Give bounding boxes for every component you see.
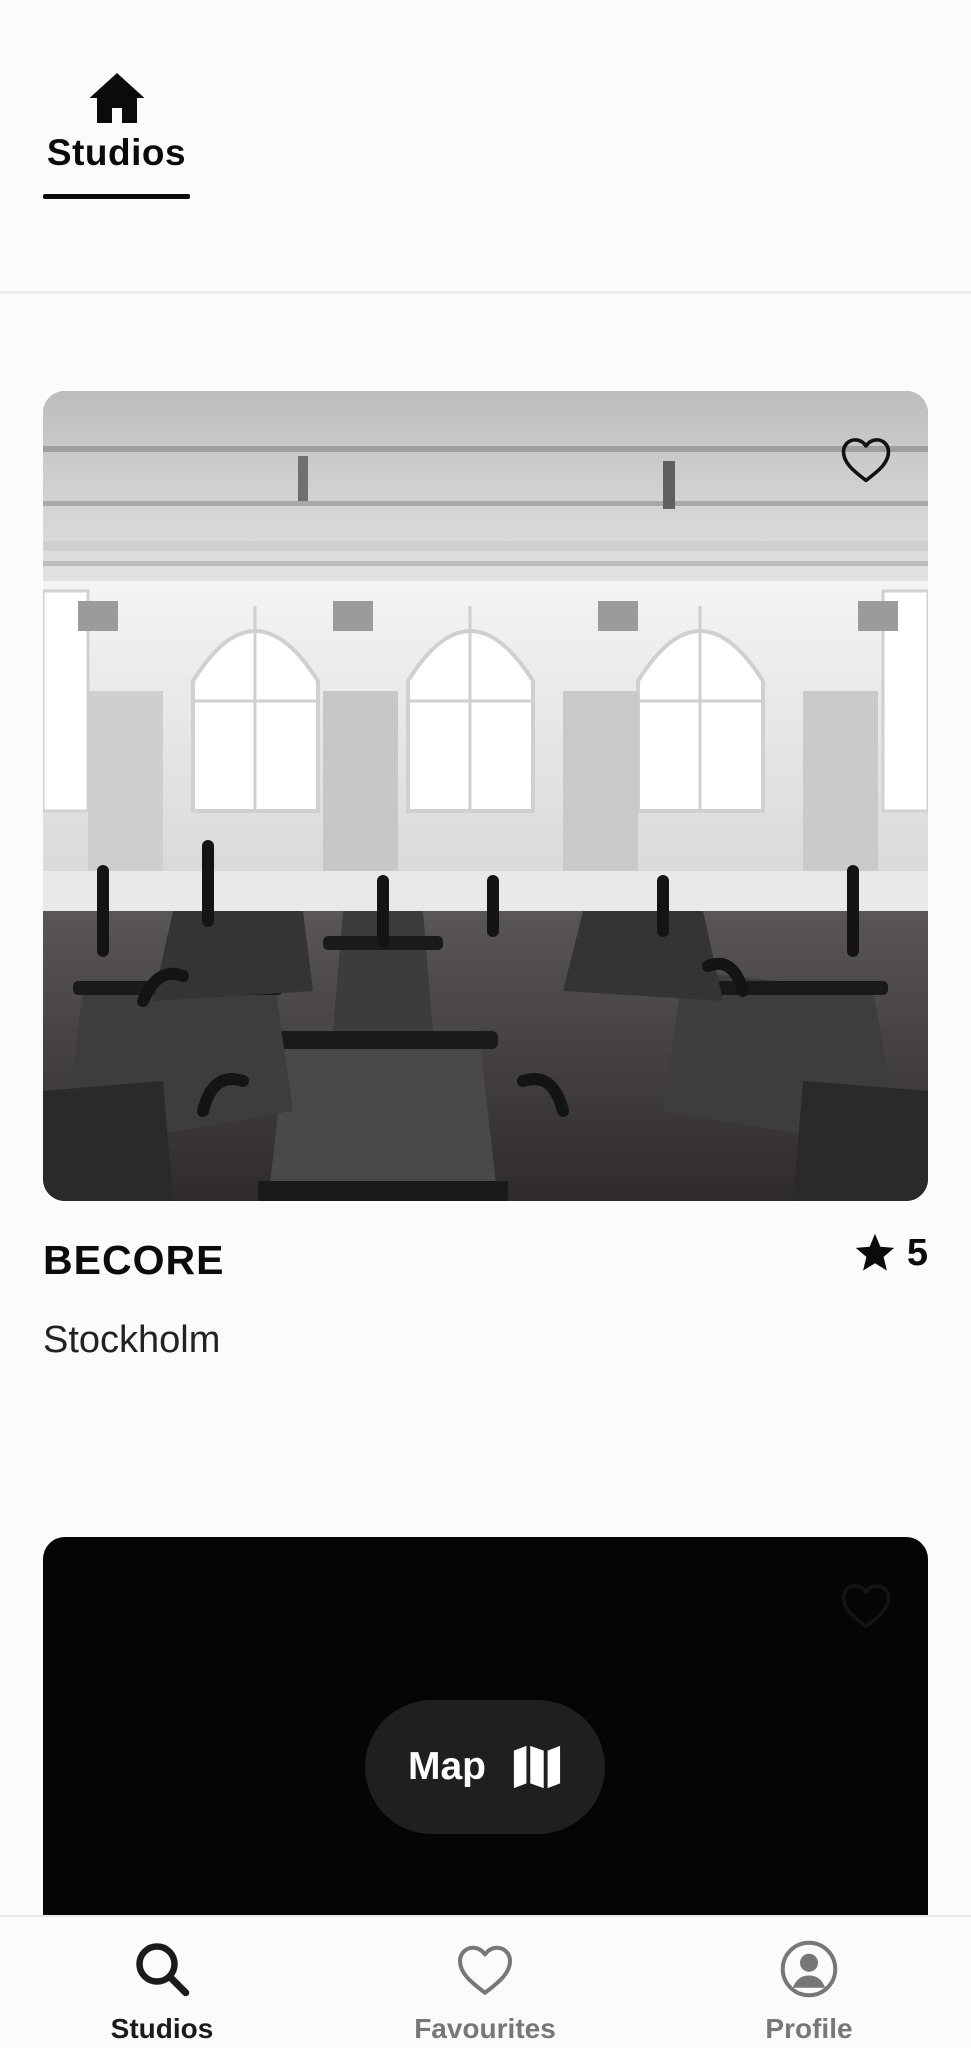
studio-city: Stockholm (43, 1319, 221, 1361)
top-tab-bar: Studios (0, 0, 971, 294)
map-icon (513, 1745, 561, 1789)
bottom-nav: Studios Favourites Profile (0, 1915, 971, 2048)
map-button-label: Map (408, 1745, 486, 1788)
nav-label-profile: Profile (765, 2013, 853, 2044)
studio-photo-image (43, 391, 928, 1201)
tab-studios-label: Studios (46, 132, 187, 173)
profile-icon (780, 1940, 838, 1998)
heart-icon (458, 1945, 512, 1995)
nav-item-studios[interactable]: Studios (62, 1939, 262, 2045)
tab-studios[interactable]: Studios (43, 70, 190, 199)
studios-screen: Studios BECORE 5 Stockholm Map Studios F… (0, 0, 971, 2048)
nav-label-favourites: Favourites (414, 2013, 556, 2044)
favourite-button[interactable] (838, 1579, 894, 1631)
search-icon (136, 1943, 190, 1997)
nav-item-profile[interactable]: Profile (709, 1939, 909, 2045)
studio-info: BECORE 5 Stockholm (43, 1201, 928, 1401)
favourite-button[interactable] (838, 433, 894, 485)
studio-card[interactable]: BECORE 5 Stockholm (43, 391, 928, 1401)
nav-label-studios: Studios (110, 2013, 214, 2044)
nav-item-favourites[interactable]: Favourites (385, 1939, 585, 2045)
studio-photo[interactable] (43, 391, 928, 1201)
rating-value: 5 (906, 1231, 928, 1274)
heart-icon (841, 438, 891, 483)
studio-rating: 5 (853, 1231, 928, 1275)
heart-icon (841, 1584, 891, 1629)
map-button[interactable]: Map (365, 1700, 605, 1834)
star-icon (855, 1233, 895, 1271)
home-icon (89, 73, 144, 123)
tab-active-indicator (43, 194, 190, 199)
studio-name[interactable]: BECORE (43, 1237, 224, 1284)
